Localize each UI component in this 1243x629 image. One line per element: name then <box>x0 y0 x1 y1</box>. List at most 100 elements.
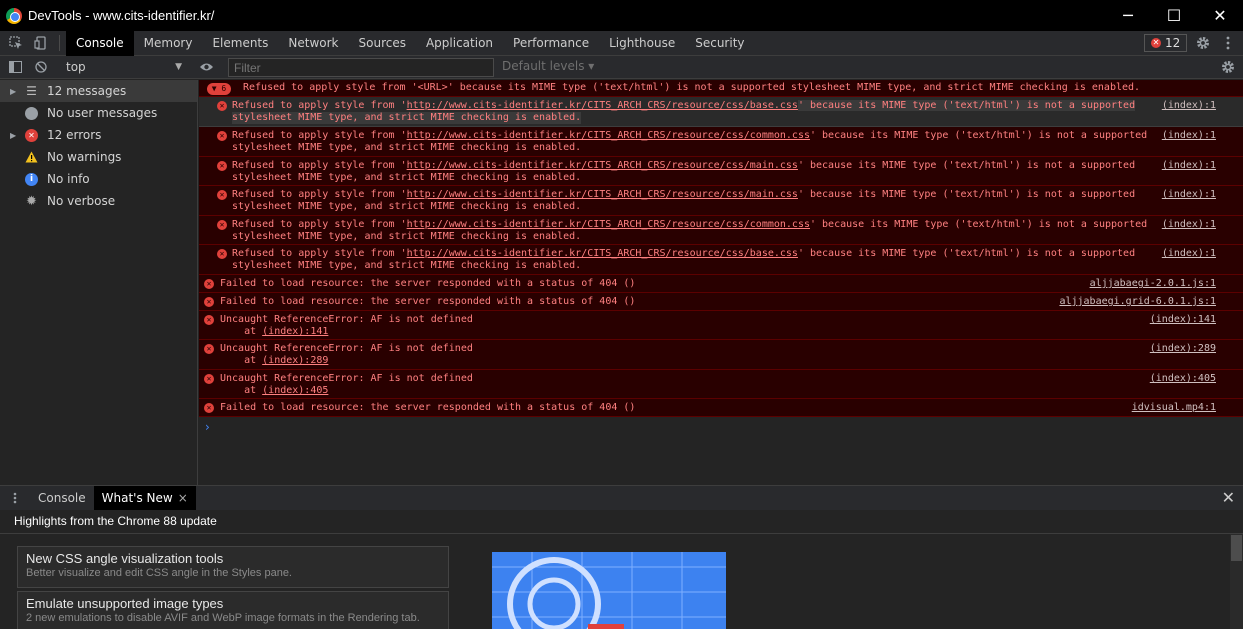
sidebar-item-label: No info <box>47 172 90 186</box>
tab-memory[interactable]: Memory <box>134 31 203 56</box>
message-row[interactable]: ✕ Refused to apply style from 'http://ww… <box>199 216 1243 245</box>
live-expression-eye-icon[interactable] <box>194 56 219 78</box>
error-icon: ✕ <box>217 249 227 259</box>
settings-gear-icon[interactable] <box>1190 31 1215 55</box>
scrollbar-thumb[interactable] <box>1231 535 1242 561</box>
sidebar-item-user-messages[interactable]: No user messages <box>0 102 197 124</box>
inspect-element-icon[interactable] <box>3 31 28 55</box>
whats-new-panel: Highlights from the Chrome 88 update New… <box>0 510 1243 629</box>
message-row[interactable]: ✕ Uncaught ReferenceError: AF is not def… <box>199 340 1243 370</box>
error-icon: ✕ <box>217 220 227 230</box>
sidebar-item-errors[interactable]: ▶ ✕ 12 errors <box>0 124 197 146</box>
context-select[interactable]: top ▼ <box>60 58 186 76</box>
feature-card[interactable]: New CSS angle visualization tools Better… <box>17 546 449 588</box>
message-row[interactable]: ✕ Uncaught ReferenceError: AF is not def… <box>199 311 1243 340</box>
error-icon: ✕ <box>1151 38 1161 48</box>
message-row[interactable]: ✕ Failed to load resource: the server re… <box>199 275 1243 293</box>
console-messages: ▼ 6 Refused to apply style from '<URL>' … <box>199 80 1243 485</box>
toggle-sidebar-icon[interactable] <box>3 56 28 78</box>
tab-elements[interactable]: Elements <box>202 31 278 56</box>
message-text: stylesheet MIME type, and strict MIME ch… <box>232 142 582 153</box>
sidebar-item-warnings[interactable]: No warnings <box>0 146 197 168</box>
error-icon: ✕ <box>204 344 214 354</box>
console-toolbar: top ▼ Default levels ▾ <box>0 56 1243 79</box>
error-icon: ✕ <box>217 101 227 111</box>
device-toolbar-icon[interactable] <box>28 31 53 55</box>
message-text: Failed to load resource: the server resp… <box>220 278 636 289</box>
stylesheet-link[interactable]: http://www.cits-identifier.kr/CITS_ARCH_… <box>407 248 798 259</box>
expand-arrow-icon[interactable]: ▶ <box>10 87 16 96</box>
expand-arrow-icon[interactable]: ▶ <box>10 131 16 140</box>
group-count-badge[interactable]: ▼ 6 <box>207 83 231 95</box>
drawer-menu-icon[interactable] <box>0 486 30 510</box>
console-prompt[interactable]: › <box>205 420 210 434</box>
source-link[interactable]: (index):1 <box>1162 160 1216 172</box>
message-row[interactable]: ✕ Refused to apply style from 'http://ww… <box>199 157 1243 186</box>
source-link[interactable]: idvisual.mp4:1 <box>1132 402 1216 414</box>
drawer-tab-whats-new[interactable]: What's New × <box>93 486 196 510</box>
log-levels-dropdown[interactable]: Default levels ▾ <box>502 59 594 73</box>
source-link[interactable]: (index):141 <box>1150 314 1216 326</box>
tab-sources[interactable]: Sources <box>349 31 416 56</box>
source-link[interactable]: (index):1 <box>1162 100 1216 112</box>
tab-performance[interactable]: Performance <box>503 31 599 56</box>
message-text: stylesheet MIME type, and strict MIME ch… <box>232 172 582 183</box>
tab-network[interactable]: Network <box>278 31 348 56</box>
close-drawer-icon[interactable]: ✕ <box>1222 488 1235 507</box>
error-icon: ✕ <box>25 128 38 142</box>
message-row[interactable]: ✕ Refused to apply style from 'http://ww… <box>199 97 1243 127</box>
source-link[interactable]: (index):1 <box>1162 130 1216 142</box>
source-link[interactable]: aljjabaegi.grid-6.0.1.js:1 <box>1059 296 1216 308</box>
error-count-badge[interactable]: ✕ 12 <box>1144 34 1188 52</box>
error-icon: ✕ <box>204 403 214 413</box>
maximize-button[interactable]: ☐ <box>1151 0 1197 31</box>
drawer-tab-bar: Console What's New × ✕ <box>0 485 1243 510</box>
source-link[interactable]: (index):405 <box>1150 373 1216 385</box>
source-link[interactable]: (index):289 <box>1150 343 1216 355</box>
drawer-tab-console[interactable]: Console <box>30 486 94 510</box>
tab-console[interactable]: Console <box>66 30 134 56</box>
clear-console-icon[interactable] <box>28 56 53 78</box>
stylesheet-link[interactable]: http://www.cits-identifier.kr/CITS_ARCH_… <box>407 160 798 171</box>
message-text: Uncaught ReferenceError: AF is not defin… <box>220 343 473 354</box>
source-link[interactable]: (index):1 <box>1162 248 1216 260</box>
error-icon: ✕ <box>217 131 227 141</box>
message-text: Uncaught ReferenceError: AF is not defin… <box>220 314 473 325</box>
stylesheet-link[interactable]: http://www.cits-identifier.kr/CITS_ARCH_… <box>407 100 798 111</box>
source-link[interactable]: (index):1 <box>1162 189 1216 201</box>
message-row[interactable]: ✕ Refused to apply style from 'http://ww… <box>199 245 1243 275</box>
sidebar-item-verbose[interactable]: ✹ No verbose <box>0 190 197 212</box>
stylesheet-link[interactable]: http://www.cits-identifier.kr/CITS_ARCH_… <box>407 189 798 200</box>
message-row[interactable]: ✕ Failed to load resource: the server re… <box>199 293 1243 311</box>
sidebar-item-label: No warnings <box>47 150 122 164</box>
message-row[interactable]: ✕ Refused to apply style from 'http://ww… <box>199 127 1243 157</box>
source-link[interactable]: aljjabaegi-2.0.1.js:1 <box>1090 278 1216 290</box>
sidebar-item-label: 12 messages <box>47 84 127 98</box>
filter-input[interactable] <box>228 58 494 77</box>
tab-application[interactable]: Application <box>416 31 503 56</box>
message-row[interactable]: ✕ Refused to apply style from 'http://ww… <box>199 186 1243 216</box>
close-window-button[interactable]: ✕ <box>1197 0 1243 31</box>
feature-card[interactable]: Emulate unsupported image types 2 new em… <box>17 591 449 629</box>
console-settings-gear-icon[interactable] <box>1215 56 1240 78</box>
message-group[interactable]: ▼ 6 Refused to apply style from '<URL>' … <box>199 80 1243 97</box>
minimize-button[interactable]: ─ <box>1105 0 1151 31</box>
message-row[interactable]: ✕ Failed to load resource: the server re… <box>199 399 1243 417</box>
source-link[interactable]: (index):1 <box>1162 219 1216 231</box>
info-icon: i <box>25 172 38 186</box>
message-row[interactable]: ✕ Uncaught ReferenceError: AF is not def… <box>199 370 1243 399</box>
feature-description: Better visualize and edit CSS angle in t… <box>26 567 292 579</box>
stack-frame-link[interactable]: (index):405 <box>262 385 328 396</box>
sidebar-item-info[interactable]: i No info <box>0 168 197 190</box>
message-text: Refused to apply style from '<URL>' beca… <box>243 82 1141 93</box>
tab-lighthouse[interactable]: Lighthouse <box>599 31 685 56</box>
stack-frame-link[interactable]: (index):141 <box>262 326 328 337</box>
tab-security[interactable]: Security <box>685 31 754 56</box>
stylesheet-link[interactable]: http://www.cits-identifier.kr/CITS_ARCH_… <box>407 130 810 141</box>
error-icon: ✕ <box>217 190 227 200</box>
stack-frame-link[interactable]: (index):289 <box>262 355 328 366</box>
close-tab-icon[interactable]: × <box>178 491 188 505</box>
sidebar-item-messages[interactable]: ▶ ☰ 12 messages <box>0 80 197 102</box>
more-options-icon[interactable] <box>1215 31 1240 55</box>
stylesheet-link[interactable]: http://www.cits-identifier.kr/CITS_ARCH_… <box>407 219 810 230</box>
